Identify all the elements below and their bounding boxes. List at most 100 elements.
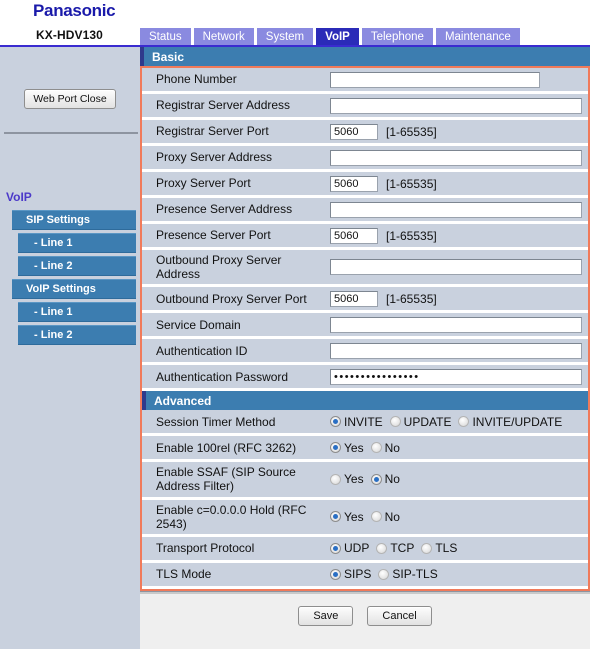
row-field	[326, 339, 588, 365]
outbound-proxy-server-port-input[interactable]	[330, 290, 378, 307]
row-label: Proxy Server Port	[142, 172, 326, 197]
settings-row: Service Domain	[142, 313, 588, 340]
settings-row: Registrar Server Address	[142, 94, 588, 120]
row-label: Enable SSAF (SIP Source Address Filter)	[142, 462, 326, 499]
cancel-button[interactable]: Cancel	[367, 606, 432, 627]
radio-option[interactable]: No	[370, 509, 400, 524]
row-field: [1-65535]	[326, 287, 588, 313]
radio-selected-icon[interactable]	[330, 442, 341, 454]
service-domain-input[interactable]	[330, 316, 582, 333]
row-label: Authentication Password	[142, 365, 326, 391]
settings-row: Transport Protocol UDP TCP TLS	[142, 536, 588, 563]
tab-maintenance[interactable]: Maintenance	[435, 28, 520, 45]
radio-group: Yes No	[330, 441, 405, 455]
row-field: SIPS SIP-TLS	[326, 562, 588, 588]
radio-unselected-icon[interactable]	[378, 568, 390, 580]
radio-label: No	[384, 509, 400, 524]
radio-selected-icon[interactable]	[330, 416, 341, 428]
sidebar-item-line-2[interactable]: - Line 2	[18, 325, 136, 345]
settings-row: Outbound Proxy Server Port [1-65535]	[142, 287, 588, 314]
radio-option[interactable]: TLS	[421, 541, 457, 555]
sidebar-item-line-2[interactable]: - Line 2	[18, 256, 136, 276]
sidebar-item-sip-settings[interactable]: SIP Settings	[12, 210, 136, 230]
content-panel: Basic Phone Number Registrar Server Addre…	[140, 47, 590, 649]
settings-row: Enable c=0.0.0.0 Hold (RFC 2543) Yes No	[142, 499, 588, 537]
tab-voip[interactable]: VoIP	[316, 28, 359, 45]
row-field: ••••••••••••••••	[326, 365, 588, 391]
tab-telephone[interactable]: Telephone	[361, 28, 433, 45]
tab-network[interactable]: Network	[193, 28, 254, 45]
radio-label: Yes	[344, 472, 364, 487]
tab-status[interactable]: Status	[140, 28, 191, 45]
proxy-server-address-input[interactable]	[330, 149, 582, 166]
authentication-id-input[interactable]	[330, 342, 582, 359]
sidebar-item-voip-settings[interactable]: VoIP Settings	[12, 279, 136, 299]
sidebar-item-line-1[interactable]: - Line 1	[18, 233, 136, 253]
radio-selected-icon[interactable]	[330, 542, 341, 554]
web-port-close-wrap: Web Port Close	[0, 89, 140, 109]
settings-row: Session Timer Method INVITE UPDATE INVITE/U…	[142, 410, 588, 437]
radio-label: SIPS	[344, 567, 372, 582]
radio-option[interactable]: TCP	[376, 541, 414, 555]
row-label: Proxy Server Address	[142, 146, 326, 171]
radio-unselected-icon[interactable]	[421, 542, 433, 554]
radio-option[interactable]: No	[370, 441, 400, 455]
radio-label: TCP	[390, 541, 415, 556]
row-field: [1-65535]	[326, 120, 588, 145]
settings-row: Authentication ID	[142, 339, 588, 366]
radio-option[interactable]: Yes	[330, 472, 364, 486]
page-root: Panasonic KX-HDV130 Status Network System V…	[0, 0, 590, 649]
row-label: Outbound Proxy Server Port	[142, 287, 326, 313]
presence-server-address-input[interactable]	[330, 201, 582, 218]
row-field: [1-65535]	[326, 172, 588, 197]
radio-option[interactable]: No	[370, 472, 400, 487]
radio-option[interactable]: INVITE/UPDATE	[458, 415, 562, 429]
sidebar-divider	[4, 132, 138, 134]
radio-selected-icon[interactable]	[330, 568, 341, 580]
row-label: Service Domain	[142, 313, 326, 339]
tab-system[interactable]: System	[256, 28, 314, 45]
save-button[interactable]: Save	[298, 606, 354, 627]
row-label: Registrar Server Port	[142, 120, 326, 145]
row-field	[326, 250, 588, 287]
panasonic-logo: Panasonic	[33, 1, 116, 20]
radio-unselected-icon[interactable]	[370, 442, 382, 454]
radio-label: INVITE	[344, 414, 383, 429]
radio-selected-icon[interactable]	[370, 473, 382, 485]
sidebar-item-line-1[interactable]: - Line 1	[18, 302, 136, 322]
registrar-server-address-input[interactable]	[330, 97, 582, 114]
proxy-server-port-input[interactable]	[330, 175, 378, 192]
web-port-close-button[interactable]: Web Port Close	[24, 89, 116, 109]
authentication-password-input[interactable]: ••••••••••••••••	[330, 368, 582, 385]
row-field: UDP TCP TLS	[326, 536, 588, 562]
settings-row: Authentication Password ••••••••••••••••	[142, 365, 588, 392]
radio-unselected-icon[interactable]	[370, 511, 382, 523]
radio-unselected-icon[interactable]	[389, 416, 401, 428]
row-label: Presence Server Port	[142, 224, 326, 249]
row-label: Registrar Server Address	[142, 94, 326, 119]
section-header-advanced: Advanced	[142, 391, 588, 411]
radio-option[interactable]: UDP	[330, 541, 369, 555]
radio-group: Yes No	[330, 472, 405, 486]
phone-number-input[interactable]	[330, 71, 540, 88]
row-field: [1-65535]	[326, 224, 588, 249]
radio-label: No	[384, 472, 400, 487]
radio-unselected-icon[interactable]	[376, 542, 388, 554]
outbound-proxy-server-address-input[interactable]	[330, 259, 582, 276]
radio-label: UPDATE	[403, 414, 452, 429]
row-label: Phone Number	[142, 68, 326, 93]
radio-option[interactable]: SIPS	[330, 567, 371, 581]
radio-option[interactable]: INVITE	[330, 415, 383, 429]
radio-group: INVITE UPDATE INVITE/UPDATE	[330, 415, 567, 429]
registrar-server-port-input[interactable]	[330, 123, 378, 140]
radio-option[interactable]: UPDATE	[389, 414, 452, 429]
radio-option[interactable]: Yes	[330, 441, 364, 455]
radio-option[interactable]: SIP-TLS	[378, 567, 438, 581]
presence-server-port-input[interactable]	[330, 227, 378, 244]
radio-selected-icon[interactable]	[330, 511, 341, 523]
radio-label: Yes	[344, 440, 364, 455]
radio-unselected-icon[interactable]	[330, 473, 341, 485]
radio-unselected-icon[interactable]	[458, 416, 470, 428]
range-hint: [1-65535]	[386, 228, 437, 243]
radio-option[interactable]: Yes	[330, 510, 364, 524]
